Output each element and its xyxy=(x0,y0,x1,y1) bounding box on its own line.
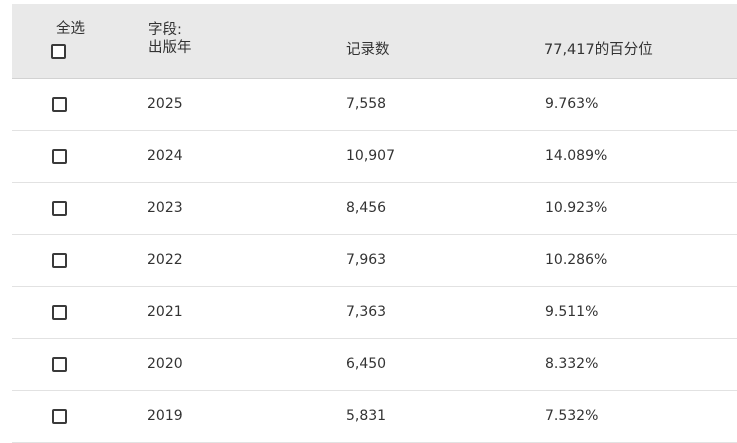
table-row: 2023 8,456 10.923% xyxy=(12,183,737,235)
record-count-cell: 8,456 xyxy=(346,200,387,216)
table-header: 全选 字段: 出版年 记录数 77,417的百分位 xyxy=(12,4,737,79)
row-checkbox[interactable] xyxy=(52,201,67,216)
record-count-header: 记录数 xyxy=(346,42,390,58)
year-cell: 2023 xyxy=(147,200,183,216)
table-row: 2024 10,907 14.089% xyxy=(12,131,737,183)
year-cell: 2021 xyxy=(147,304,183,320)
percentage-cell: 8.332% xyxy=(545,356,599,372)
record-count-cell: 7,558 xyxy=(346,96,387,112)
record-count-cell: 5,831 xyxy=(346,408,387,424)
year-cell: 2020 xyxy=(147,356,183,372)
table-row: 2020 6,450 8.332% xyxy=(12,339,737,391)
percentage-header: 77,417的百分位 xyxy=(544,42,653,58)
percentage-cell: 9.511% xyxy=(545,304,599,320)
table-row: 2022 7,963 10.286% xyxy=(12,235,737,287)
table-row: 2019 5,831 7.532% xyxy=(12,391,737,443)
row-checkbox[interactable] xyxy=(52,357,67,372)
year-cell: 2022 xyxy=(147,252,183,268)
select-all-checkbox[interactable] xyxy=(51,44,66,59)
row-checkbox[interactable] xyxy=(52,149,67,164)
record-count-cell: 7,363 xyxy=(346,304,387,320)
year-cell: 2024 xyxy=(147,148,183,164)
results-table: 全选 字段: 出版年 记录数 77,417的百分位 2025 7,558 9.7… xyxy=(12,4,737,443)
record-count-cell: 6,450 xyxy=(346,356,387,372)
percentage-cell: 10.286% xyxy=(545,252,608,268)
row-checkbox[interactable] xyxy=(52,409,67,424)
table-row: 2025 7,558 9.763% xyxy=(12,79,737,131)
table-row: 2021 7,363 9.511% xyxy=(12,287,737,339)
record-count-cell: 10,907 xyxy=(346,148,395,164)
percentage-cell: 14.089% xyxy=(545,148,608,164)
field-name-header: 字段: 出版年 xyxy=(148,21,192,57)
row-checkbox[interactable] xyxy=(52,305,67,320)
field-value: 出版年 xyxy=(148,40,192,56)
percentage-cell: 9.763% xyxy=(545,96,599,112)
percentage-cell: 7.532% xyxy=(545,408,599,424)
field-label: 字段: xyxy=(148,22,182,38)
row-checkbox[interactable] xyxy=(52,253,67,268)
percentage-cell: 10.923% xyxy=(545,200,608,216)
year-cell: 2019 xyxy=(147,408,183,424)
select-all-label: 全选 xyxy=(56,21,85,37)
record-count-cell: 7,963 xyxy=(346,252,387,268)
year-cell: 2025 xyxy=(147,96,183,112)
row-checkbox[interactable] xyxy=(52,97,67,112)
